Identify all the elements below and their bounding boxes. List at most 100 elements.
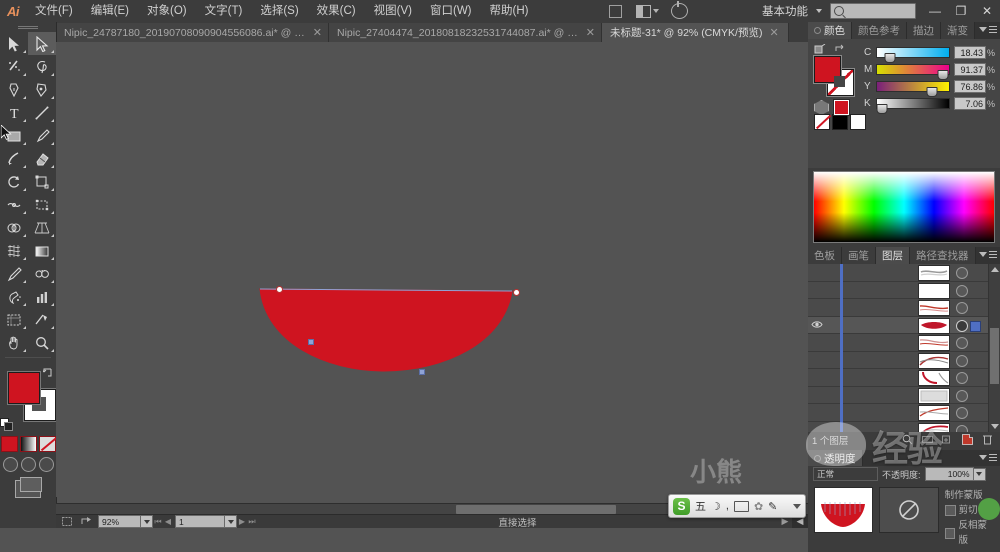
channel-thumb[interactable] — [926, 87, 938, 97]
pen-tool[interactable] — [0, 78, 28, 101]
channel-thumb[interactable] — [884, 53, 896, 63]
artboard-dropdown-button[interactable] — [225, 515, 237, 528]
eraser-tool[interactable] — [28, 147, 56, 170]
layer-target-circle[interactable] — [956, 389, 968, 402]
channel-thumb[interactable] — [876, 104, 888, 114]
white-color-chip[interactable] — [850, 114, 866, 130]
layer-target-circle[interactable] — [956, 319, 968, 332]
last-artboard-button[interactable]: ⏭ — [247, 517, 257, 527]
channel-value-input[interactable]: 91.37 — [954, 63, 986, 76]
hand-tool[interactable] — [0, 331, 28, 354]
menu-file[interactable]: 文件(F) — [26, 0, 82, 22]
ime-mode-label[interactable]: 五 — [695, 498, 706, 514]
layer-thumbnail[interactable] — [918, 265, 950, 281]
zoom-level-input[interactable]: 92% — [98, 515, 141, 528]
menu-view[interactable]: 视图(V) — [365, 0, 421, 22]
menu-effect[interactable]: 效果(C) — [308, 0, 365, 22]
layers-scroll-up-icon[interactable] — [991, 267, 999, 272]
layer-row[interactable] — [808, 299, 1000, 317]
fill-swatch[interactable] — [8, 372, 40, 404]
delete-layer-icon[interactable] — [982, 434, 993, 445]
black-color-chip[interactable] — [832, 114, 848, 130]
close-button[interactable]: ✕ — [974, 0, 1000, 22]
ime-toolbox-icon[interactable]: ✿ — [754, 500, 763, 513]
make-clipping-mask-icon[interactable] — [922, 434, 933, 445]
channel-thumb[interactable] — [937, 70, 949, 80]
gradient-mode-button[interactable] — [19, 436, 37, 452]
color-mode-button[interactable] — [0, 436, 18, 452]
layer-target-circle[interactable] — [956, 407, 968, 419]
gradient-tool[interactable] — [28, 239, 56, 262]
workspace-chevron-down-icon[interactable] — [816, 9, 822, 13]
layers-list[interactable] — [808, 264, 1000, 432]
draw-normal-icon[interactable] — [2, 457, 18, 472]
tab-color[interactable]: 颜色 — [808, 22, 852, 39]
none-mode-button[interactable] — [38, 436, 56, 452]
tab-transparency[interactable]: 透明度 — [808, 450, 863, 466]
none-color-chip[interactable] — [814, 114, 830, 130]
menu-help[interactable]: 帮助(H) — [481, 0, 538, 22]
color-panel-menu-icon[interactable] — [979, 26, 997, 33]
anchor-point-bottom[interactable] — [419, 369, 425, 375]
invert-mask-option[interactable]: 反相蒙版 — [944, 518, 996, 548]
layer-row[interactable] — [808, 387, 1000, 404]
red-bowl-shape[interactable] — [256, 285, 516, 375]
zoom-dropdown-button[interactable] — [141, 515, 153, 528]
zoom-tool[interactable] — [28, 331, 56, 354]
transparency-panel-menu-icon[interactable] — [979, 454, 997, 461]
current-color-swatch[interactable] — [833, 99, 850, 116]
layer-thumbnail[interactable] — [918, 387, 950, 404]
ime-punctuation-icon[interactable]: , — [726, 500, 729, 512]
horizontal-scroll-thumb[interactable] — [456, 505, 616, 514]
tab-gradient[interactable]: 渐变 — [941, 22, 975, 39]
opacity-input[interactable]: 100% — [924, 467, 974, 481]
lasso-tool[interactable] — [28, 55, 56, 78]
menu-type[interactable]: 文字(T) — [196, 0, 252, 22]
search-input[interactable] — [830, 3, 916, 19]
clip-checkbox[interactable] — [944, 505, 956, 516]
document-tab-close-icon[interactable]: ✕ — [313, 26, 322, 39]
layer-row[interactable] — [808, 369, 1000, 387]
layer-target-circle[interactable] — [956, 372, 968, 384]
first-artboard-button[interactable]: ⏮ — [153, 517, 163, 527]
ime-moon-icon[interactable]: ☽ — [711, 500, 721, 513]
curvature-tool[interactable] — [28, 78, 56, 101]
layer-thumbnail[interactable] — [918, 317, 950, 334]
layer-thumbnail[interactable] — [918, 300, 950, 316]
channel-track[interactable] — [876, 81, 950, 97]
mesh-tool[interactable] — [0, 239, 28, 262]
layer-row[interactable] — [808, 422, 1000, 432]
channel-value-input[interactable]: 76.86 — [954, 80, 986, 93]
color-slider-m[interactable]: M 91.37% — [864, 61, 996, 80]
shaper-tool[interactable] — [0, 147, 28, 170]
minimize-button[interactable]: — — [922, 0, 948, 22]
bridge-icon[interactable] — [669, 1, 691, 20]
layer-thumbnail[interactable] — [918, 370, 950, 386]
panel-collapse-icon[interactable] — [814, 454, 821, 462]
channel-value-input[interactable]: 18.43 — [954, 46, 986, 59]
layer-thumbnail[interactable] — [918, 282, 950, 299]
blend-mode-select[interactable]: 正常 — [813, 467, 878, 481]
ime-skin-icon[interactable]: ✎ — [768, 500, 777, 513]
document-tab-2[interactable]: Nipic_27404474_20180818232531744087.ai* … — [329, 23, 602, 42]
channel-track[interactable] — [876, 64, 950, 80]
layer-visibility-toggle[interactable] — [808, 320, 825, 329]
screen-mode-button[interactable] — [0, 477, 56, 498]
invert-mask-checkbox[interactable] — [944, 527, 956, 539]
new-layer-icon[interactable] — [962, 434, 973, 445]
selection-tool[interactable] — [0, 32, 28, 55]
menu-object[interactable]: 对象(O) — [138, 0, 196, 22]
direct-selection-tool[interactable] — [28, 32, 56, 55]
opacity-dropdown-button[interactable] — [973, 467, 986, 481]
color-slider-y[interactable]: Y 76.86% — [864, 78, 996, 97]
tab-color-guide[interactable]: 颜色参考 — [852, 22, 907, 39]
layer-row[interactable] — [808, 334, 1000, 352]
color-slider-k[interactable]: K 7.06% — [864, 95, 996, 114]
layer-target-circle[interactable] — [956, 267, 968, 279]
anchor-point-left[interactable] — [276, 286, 283, 293]
free-transform-tool[interactable] — [28, 193, 56, 216]
sogou-logo-icon[interactable]: S — [673, 497, 690, 515]
paintbrush-tool[interactable] — [28, 124, 56, 147]
layer-thumbnail[interactable] — [918, 335, 950, 351]
color-slider-c[interactable]: C 18.43% — [864, 44, 996, 63]
